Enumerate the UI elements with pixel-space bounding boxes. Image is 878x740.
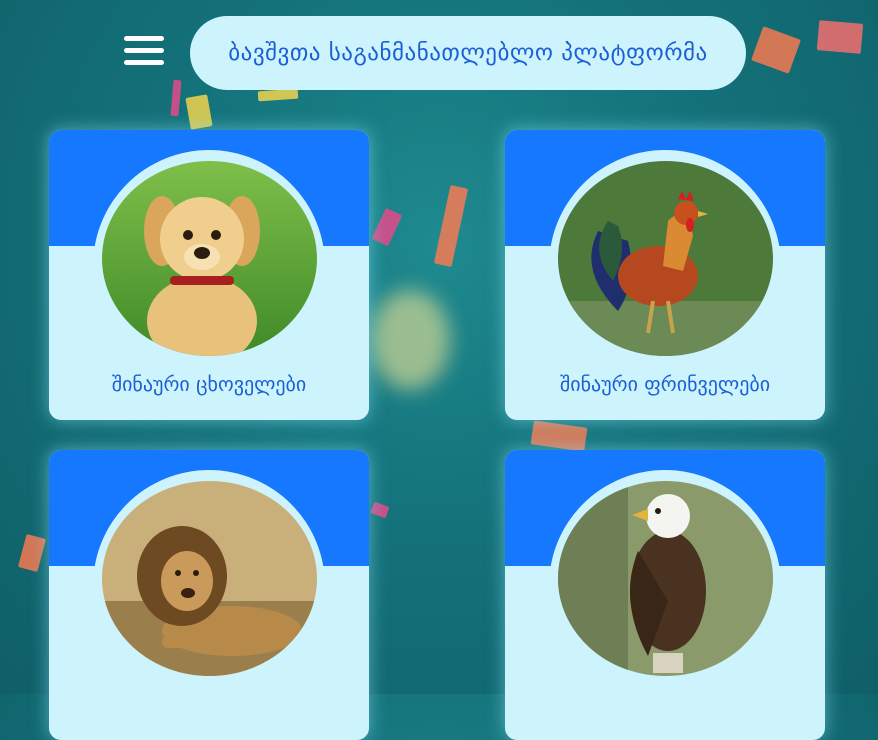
category-card-poultry[interactable]: შინაური ფრინველები (505, 130, 825, 420)
bokeh-light (370, 290, 450, 390)
category-card-wild-animals[interactable] (49, 450, 369, 740)
category-card-pets[interactable]: შინაური ცხოველები (49, 130, 369, 420)
confetti-piece (433, 185, 469, 267)
confetti-piece (17, 533, 47, 573)
confetti-piece (185, 94, 213, 130)
hamburger-menu-icon (124, 36, 164, 41)
confetti-piece (816, 20, 864, 54)
rooster-photo (558, 161, 773, 356)
confetti-piece (370, 501, 390, 519)
confetti-piece (751, 26, 801, 74)
confetti-piece (257, 88, 299, 102)
confetti-piece (530, 420, 588, 452)
puppy-photo (102, 161, 317, 356)
confetti-piece (371, 207, 403, 247)
menu-button[interactable] (124, 36, 164, 70)
hamburger-menu-icon-line (124, 60, 164, 65)
eagle-photo (558, 481, 773, 676)
confetti-piece (170, 79, 182, 117)
card-label: შინაური ცხოველები (111, 372, 307, 396)
lion-photo (102, 481, 317, 676)
category-card-wild-birds[interactable] (505, 450, 825, 740)
hamburger-menu-icon-line (124, 48, 164, 53)
card-label: შინაური ფრინველები (559, 372, 771, 396)
page-title: ბავშვთა საგანმანათლებლო პლატფორმა (190, 16, 746, 90)
